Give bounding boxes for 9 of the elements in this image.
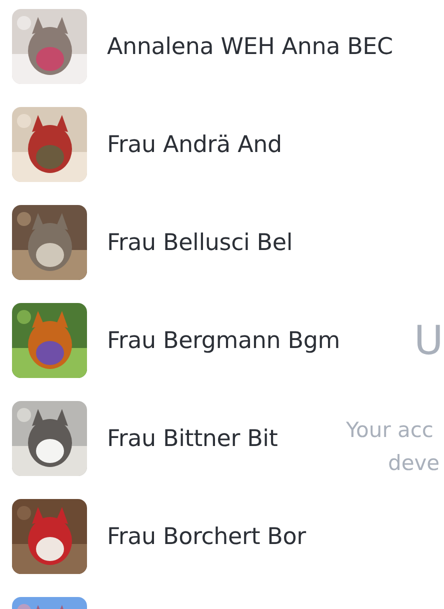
contact-name[interactable]: Frau Bellusci Bel — [107, 230, 293, 256]
panel-text: deve — [388, 451, 440, 475]
contact-name[interactable]: Frau Bittner Bit — [107, 426, 278, 452]
contact-name[interactable]: Annalena WEH Anna BEC — [107, 34, 393, 60]
panel-heading: U — [414, 318, 444, 364]
contact-name[interactable]: Frau Borchert Bor — [107, 524, 306, 550]
panel-text: Your acc — [346, 418, 434, 442]
contact-name[interactable]: Frau Andrä And — [107, 132, 282, 158]
contact-name[interactable]: Frau Bergmann Bgm — [107, 328, 340, 354]
